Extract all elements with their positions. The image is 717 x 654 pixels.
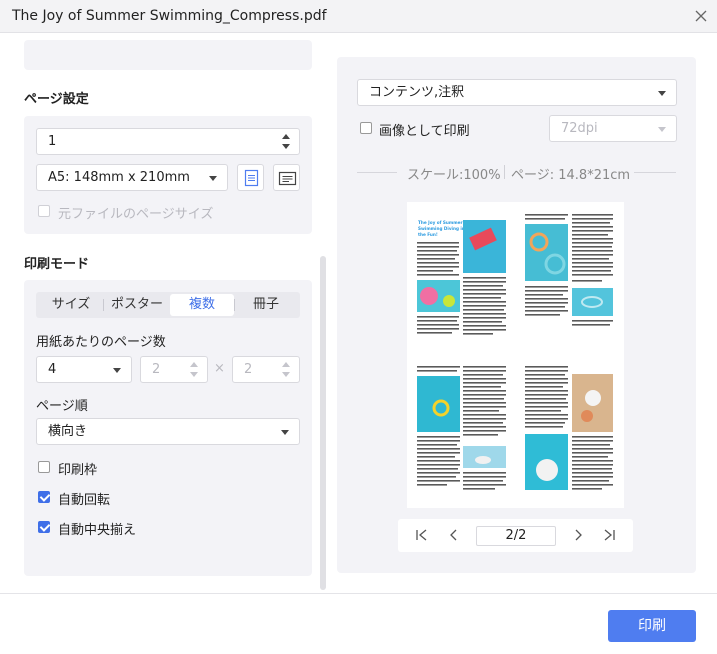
stepper-arrows-icon[interactable]	[190, 362, 198, 378]
top-panel-stub	[24, 40, 312, 70]
page-order-value: 横向き	[48, 424, 88, 439]
auto-rotate-label: 自動回転	[58, 493, 111, 508]
copies-stepper[interactable]: 1	[36, 128, 300, 155]
chevron-down-icon	[113, 368, 121, 373]
chevron-down-icon	[281, 430, 289, 435]
landscape-icon	[278, 171, 297, 186]
print-as-image-checkbox[interactable]	[360, 122, 372, 134]
print-mode-tabs: サイズ ポスター 複数 冊子	[36, 292, 300, 318]
tab-multiple[interactable]: 複数	[170, 294, 234, 316]
auto-rotate-checkbox[interactable]	[38, 491, 50, 503]
page-navigator: 2/2	[398, 519, 633, 552]
dpi-value: 72dpi	[561, 121, 598, 136]
landscape-orientation-button[interactable]	[273, 164, 300, 191]
rows-value: 2	[244, 362, 253, 377]
print-as-image-label: 画像として印刷	[379, 124, 470, 139]
close-icon[interactable]	[691, 6, 711, 26]
title-bar: The Joy of Summer Swimming_Compress.pdf	[0, 0, 717, 33]
paper-size-select[interactable]: A5: 148mm x 210mm	[36, 164, 228, 191]
page-order-label: ページ順	[36, 399, 88, 414]
next-page-icon[interactable]	[570, 527, 586, 543]
thumbnail-1: The Joy of Summer Swimming Diving into t…	[417, 220, 506, 335]
thumb-title: The Joy of Summer	[418, 220, 463, 225]
stepper-arrows-icon[interactable]	[282, 134, 290, 150]
last-page-icon[interactable]	[601, 527, 617, 543]
thumb-title: the Fun!	[418, 232, 438, 237]
chevron-down-icon	[209, 176, 217, 181]
print-preview-page: The Joy of Summer Swimming Diving into t…	[407, 202, 624, 508]
print-mode-heading: 印刷モード	[24, 257, 90, 272]
pages-per-sheet-label: 用紙あたりのページ数	[36, 335, 166, 350]
chevron-down-icon	[658, 91, 666, 96]
thumbnail-3	[417, 366, 506, 490]
tab-poster[interactable]: ポスター	[104, 292, 170, 318]
pages-per-sheet-select[interactable]: 4	[36, 356, 132, 383]
pages-per-sheet-value: 4	[48, 362, 57, 377]
scale-text: スケール:100%	[407, 168, 501, 183]
times-sign: ×	[214, 361, 225, 376]
scale-divider-right	[634, 172, 676, 173]
original-size-checkbox[interactable]	[38, 205, 50, 217]
scale-divider-left	[357, 172, 397, 173]
tab-size[interactable]: サイズ	[38, 292, 104, 318]
thumb-title: Swimming Diving into	[418, 226, 470, 231]
portrait-orientation-button[interactable]	[237, 164, 264, 191]
auto-center-label: 自動中央揃え	[58, 523, 137, 538]
columns-stepper[interactable]: 2	[140, 356, 208, 383]
page-number-input[interactable]: 2/2	[476, 526, 556, 546]
window-title: The Joy of Summer Swimming_Compress.pdf	[12, 8, 327, 24]
page-order-select[interactable]: 横向き	[36, 418, 300, 445]
print-border-checkbox[interactable]	[38, 461, 50, 473]
original-size-label: 元ファイルのページサイズ	[58, 207, 214, 222]
dpi-select[interactable]: 72dpi	[549, 115, 677, 142]
chevron-down-icon	[658, 127, 666, 132]
left-panel-scrollbar[interactable]	[320, 256, 326, 590]
first-page-icon[interactable]	[414, 527, 430, 543]
footer-divider	[0, 593, 717, 594]
scale-separator	[504, 165, 505, 179]
portrait-icon	[244, 169, 259, 187]
print-button[interactable]: 印刷	[608, 610, 696, 642]
page-settings-heading: ページ設定	[24, 92, 89, 107]
content-select[interactable]: コンテンツ,注釈	[357, 79, 677, 106]
content-select-value: コンテンツ,注釈	[369, 85, 465, 100]
rows-stepper[interactable]: 2	[232, 356, 300, 383]
thumbnail-2	[525, 214, 613, 326]
preview-thumbnails: The Joy of Summer Swimming Diving into t…	[417, 214, 613, 490]
previous-page-icon[interactable]	[446, 527, 462, 543]
auto-center-checkbox[interactable]	[38, 521, 50, 533]
paper-size-value: A5: 148mm x 210mm	[48, 170, 190, 185]
columns-value: 2	[152, 362, 161, 377]
print-border-label: 印刷枠	[58, 463, 98, 478]
page-size-text: ページ: 14.8*21cm	[511, 168, 631, 183]
stepper-arrows-icon[interactable]	[282, 362, 290, 378]
tab-booklet[interactable]: 冊子	[234, 292, 298, 318]
copies-value: 1	[48, 134, 57, 149]
thumbnail-4	[525, 366, 613, 490]
